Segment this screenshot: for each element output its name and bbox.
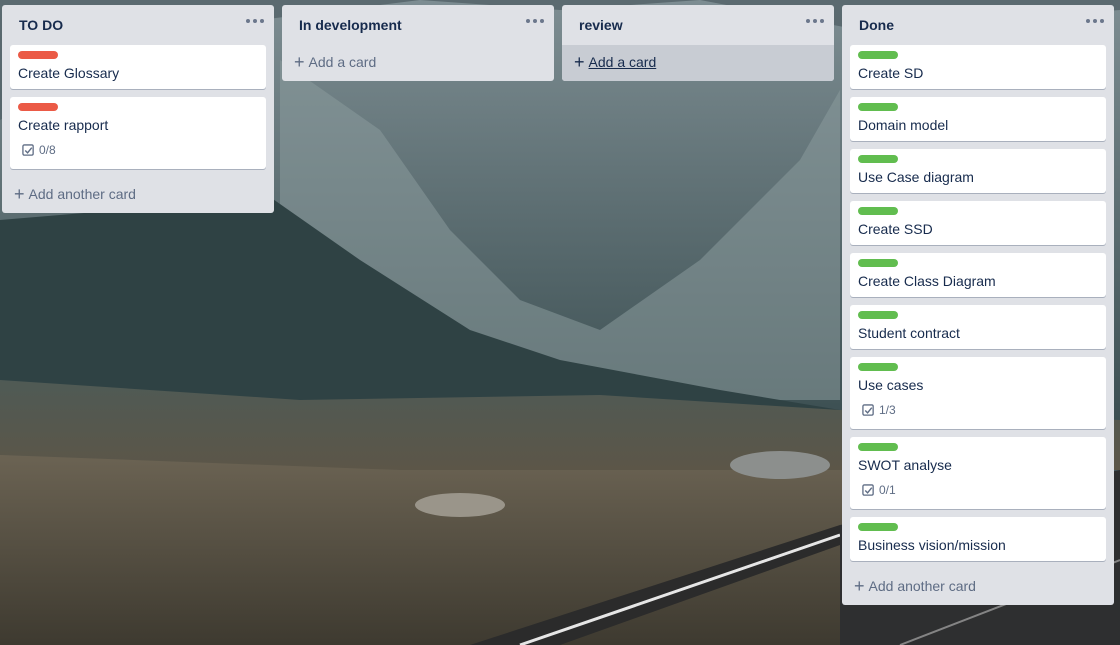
checklist-count: 0/1 (879, 483, 896, 497)
list-menu-icon[interactable] (526, 13, 544, 29)
list-title[interactable]: Done (859, 17, 894, 33)
add-card-button[interactable]: + Add a card (294, 52, 377, 72)
list-review: review + Add a card (562, 5, 834, 81)
add-card-label: Add a card (588, 54, 657, 70)
plus-icon: + (14, 184, 25, 204)
card-label-green (858, 259, 898, 267)
list-menu-icon[interactable] (806, 13, 824, 29)
list-header: Done (842, 5, 1114, 45)
card-label-green (858, 443, 898, 451)
card[interactable]: Create Glossary (10, 45, 266, 89)
checklist-count: 0/8 (39, 143, 56, 157)
card[interactable]: Create SSD (850, 201, 1106, 245)
list-header: In development (282, 5, 554, 45)
card-label-green (858, 523, 898, 531)
add-another-card-button[interactable]: + Add another card (14, 184, 136, 204)
card-title: SWOT analyse (858, 457, 952, 473)
card-label-green (858, 155, 898, 163)
add-card-label: Add another card (28, 186, 136, 202)
add-card-button[interactable]: + Add a card (574, 52, 657, 72)
card-title: Create rapport (18, 117, 109, 133)
card[interactable]: Use cases 1/3 (850, 357, 1106, 429)
card-label-green (858, 103, 898, 111)
card-title: Student contract (858, 325, 960, 341)
card-title: Use Case diagram (858, 169, 974, 185)
card[interactable]: Use Case diagram (850, 149, 1106, 193)
checklist-badge: 0/8 (22, 143, 56, 157)
board: TO DO Create Glossary Create rapport 0/8… (0, 0, 1120, 645)
checklist-icon (862, 483, 874, 496)
add-card-label: Add another card (868, 578, 976, 594)
list-todo: TO DO Create Glossary Create rapport 0/8… (2, 5, 274, 213)
checklist-badge: 0/1 (862, 483, 896, 497)
plus-icon: + (854, 576, 865, 596)
list-title[interactable]: In development (299, 17, 402, 33)
card[interactable]: Create SD (850, 45, 1106, 89)
card-title: Domain model (858, 117, 949, 133)
card[interactable]: Business vision/mission (850, 517, 1106, 561)
card-label-green (858, 311, 898, 319)
checklist-badge: 1/3 (862, 403, 896, 417)
card[interactable]: Create Class Diagram (850, 253, 1106, 297)
card-label-green (858, 51, 898, 59)
checklist-icon (22, 143, 34, 156)
card[interactable]: Student contract (850, 305, 1106, 349)
card-title: Business vision/mission (858, 537, 1006, 553)
card-title: Create Glossary (18, 65, 120, 81)
card-label-green (858, 363, 898, 371)
list-title[interactable]: TO DO (19, 17, 63, 33)
checklist-icon (862, 403, 874, 416)
card-title: Create SD (858, 65, 924, 81)
list-header: review (562, 5, 834, 45)
plus-icon: + (574, 52, 585, 72)
add-card-label: Add a card (308, 54, 377, 70)
card-title: Use cases (858, 377, 924, 393)
card[interactable]: SWOT analyse 0/1 (850, 437, 1106, 509)
card-label-green (858, 207, 898, 215)
list-header: TO DO (2, 5, 274, 45)
list-title[interactable]: review (579, 17, 623, 33)
card[interactable]: Create rapport 0/8 (10, 97, 266, 169)
list-in-development: In development + Add a card (282, 5, 554, 81)
checklist-count: 1/3 (879, 403, 896, 417)
card-label-red (18, 103, 58, 111)
list-menu-icon[interactable] (246, 13, 264, 29)
plus-icon: + (294, 52, 305, 72)
add-another-card-button[interactable]: + Add another card (854, 576, 976, 596)
list-done: Done Create SD Domain model Use Case dia… (842, 5, 1114, 605)
card-title: Create Class Diagram (858, 273, 996, 289)
card[interactable]: Domain model (850, 97, 1106, 141)
card-label-red (18, 51, 58, 59)
card-title: Create SSD (858, 221, 933, 237)
list-menu-icon[interactable] (1086, 13, 1104, 29)
